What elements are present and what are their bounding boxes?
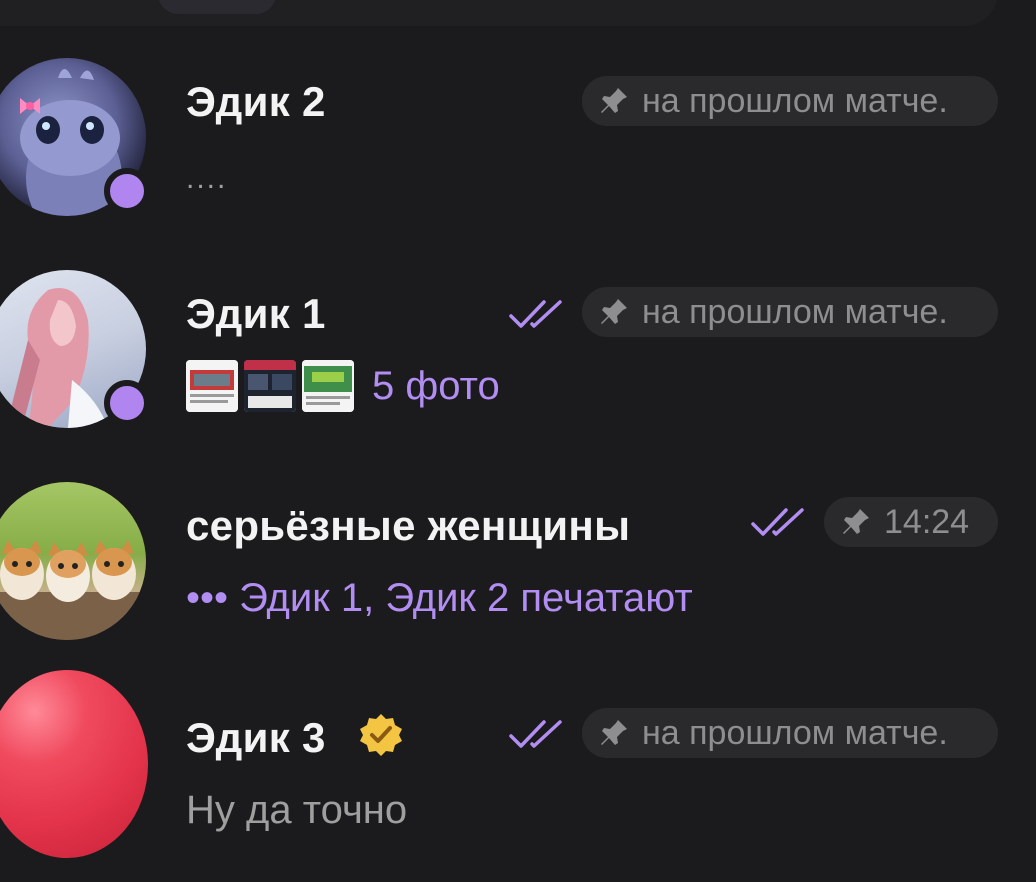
chat-time: 14:24 (884, 502, 970, 541)
chat-preview: 5 фото (372, 364, 500, 408)
pin-icon (601, 299, 627, 324)
search-bar-area (0, 0, 998, 26)
chat-item-edik-3[interactable]: Эдик 3 на прошлом матче. Ну да точно (0, 670, 1036, 882)
chat-name: серьёзные женщины (186, 502, 631, 549)
avatar-kittens-image (0, 540, 146, 640)
pin-icon (601, 720, 627, 745)
chat-preview: .... (186, 162, 228, 195)
avatar (0, 670, 148, 858)
typing-indicator: ••• Эдик 1, Эдик 2 печатают (186, 576, 693, 620)
chat-time: на прошлом матче. (642, 292, 948, 331)
photo-preview-strip (186, 360, 354, 412)
time-pill: на прошлом матче. (582, 76, 998, 126)
chat-name: Эдик 2 (186, 78, 326, 125)
chat-item-edik-1[interactable]: Эдик 1 на прошлом матче. 5 фото (0, 262, 1036, 462)
time-pill: на прошлом матче. (582, 287, 998, 337)
photo-thumbnail (302, 360, 354, 412)
verified-badge-icon (360, 714, 402, 756)
chat-preview: Ну да точно (186, 788, 408, 832)
double-check-icon (751, 508, 804, 536)
time-pill: на прошлом матче. (582, 708, 998, 758)
search-filter-pill[interactable] (158, 0, 276, 14)
chat-item-group-serious-women[interactable]: серьёзные женщины 14:24 ••• Эдик 1, Эдик… (0, 472, 1036, 672)
chat-time: на прошлом матче. (642, 713, 948, 752)
chat-item-edik-2[interactable]: Эдик 2 .... на прошлом матче. (0, 50, 1036, 250)
pin-icon (843, 509, 869, 534)
chat-time: на прошлом матче. (642, 81, 948, 120)
chat-name: Эдик 3 (186, 714, 326, 761)
double-check-icon (509, 720, 562, 748)
online-status-dot (104, 168, 150, 214)
online-status-dot (104, 380, 150, 426)
time-pill: 14:24 (824, 497, 998, 547)
pin-icon (601, 88, 627, 113)
photo-thumbnail (186, 360, 238, 412)
double-check-icon (509, 300, 562, 328)
photo-thumbnail (244, 360, 296, 412)
avatar (0, 482, 146, 640)
chat-name: Эдик 1 (186, 290, 326, 337)
